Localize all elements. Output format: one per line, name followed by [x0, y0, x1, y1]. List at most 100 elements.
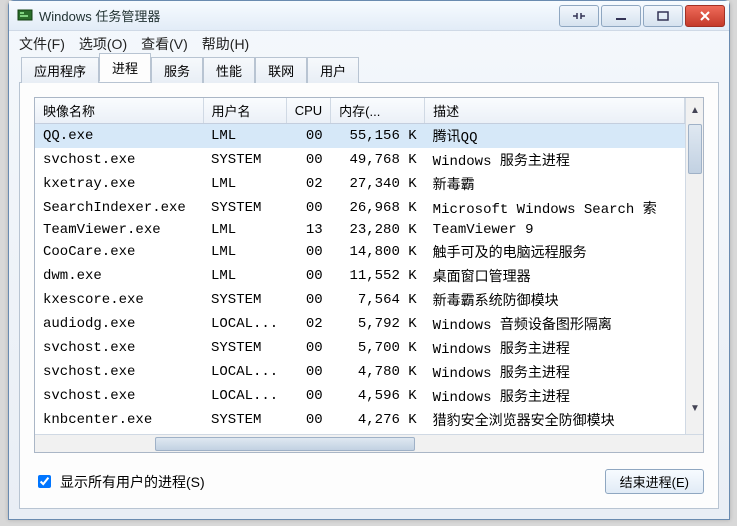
process-row[interactable]: kxetray.exeLML0227,340 K新毒霸 [35, 172, 685, 196]
app-icon [17, 8, 33, 24]
cell-memory: 23,280 K [331, 220, 425, 240]
cell-description: 桌面窗口管理器 [425, 264, 685, 288]
cell-user-name: LOCAL... [203, 360, 286, 384]
process-row[interactable]: svchost.exeSYSTEM005,700 KWindows 服务主进程 [35, 336, 685, 360]
cell-description: Windows 服务主进程 [425, 360, 685, 384]
cell-image-name: svchost.exe [35, 360, 203, 384]
process-row[interactable]: SearchIndexer.exeSYSTEM0026,968 KMicroso… [35, 196, 685, 220]
window-title: Windows 任务管理器 [39, 6, 160, 25]
show-all-users-checkbox[interactable]: 显示所有用户的进程(S) [34, 472, 205, 492]
cell-cpu: 02 [286, 312, 330, 336]
cell-memory: 4,276 K [331, 408, 425, 432]
cell-memory: 26,968 K [331, 196, 425, 220]
menu-options[interactable]: 选项(O) [79, 34, 127, 54]
cell-memory: 7,564 K [331, 288, 425, 312]
process-row[interactable]: dwm.exeLML0011,552 K桌面窗口管理器 [35, 264, 685, 288]
horizontal-scroll-thumb[interactable] [155, 437, 415, 451]
tab-applications[interactable]: 应用程序 [21, 57, 99, 83]
task-manager-window: Windows 任务管理器 文件(F) 选项(O) 查看(V) 帮助(H) 应用… [8, 0, 730, 520]
cell-cpu: 00 [286, 360, 330, 384]
tab-performance[interactable]: 性能 [203, 57, 255, 83]
minimize-button[interactable] [601, 5, 641, 27]
cell-description: 新毒霸系统防御模块 [425, 288, 685, 312]
process-row[interactable]: knbcenter.exeSYSTEM004,276 K猎豹安全浏览器安全防御模… [35, 408, 685, 432]
cell-image-name: svchost.exe [35, 336, 203, 360]
cell-image-name: svchost.exe [35, 384, 203, 408]
horizontal-scrollbar[interactable] [35, 434, 703, 452]
cell-user-name: LML [203, 240, 286, 264]
cell-description: TeamViewer 9 [425, 220, 685, 240]
title-bar[interactable]: Windows 任务管理器 [9, 1, 729, 31]
menu-file[interactable]: 文件(F) [19, 34, 65, 54]
footer: 显示所有用户的进程(S) 结束进程(E) [34, 453, 704, 494]
cell-image-name: dwm.exe [35, 264, 203, 288]
cell-cpu: 00 [286, 148, 330, 172]
tab-users[interactable]: 用户 [307, 57, 359, 83]
cell-user-name: LML [203, 124, 286, 149]
cell-memory: 27,340 K [331, 172, 425, 196]
cell-description: Windows 服务主进程 [425, 336, 685, 360]
cell-image-name: SearchIndexer.exe [35, 196, 203, 220]
vertical-scrollbar[interactable]: ▲ ▼ [685, 98, 703, 434]
close-button[interactable] [685, 5, 725, 27]
cell-user-name: SYSTEM [203, 408, 286, 432]
minimize-icon [615, 11, 627, 21]
cell-memory: 14,800 K [331, 240, 425, 264]
cell-user-name: SYSTEM [203, 196, 286, 220]
cell-description: 腾讯QQ [425, 124, 685, 149]
tab-strip: 应用程序 进程 服务 性能 联网 用户 [19, 57, 719, 83]
cell-description: 新毒霸 [425, 172, 685, 196]
maximize-button[interactable] [643, 5, 683, 27]
column-header-memory[interactable]: 内存(... [331, 98, 425, 124]
column-header-cpu[interactable]: CPU [286, 98, 330, 124]
scroll-up-icon[interactable]: ▲ [688, 102, 702, 118]
cell-memory: 11,552 K [331, 264, 425, 288]
cell-memory: 4,596 K [331, 384, 425, 408]
cell-memory: 49,768 K [331, 148, 425, 172]
process-row[interactable]: kxescore.exeSYSTEM007,564 K新毒霸系统防御模块 [35, 288, 685, 312]
menu-help[interactable]: 帮助(H) [202, 34, 249, 54]
cell-description: Microsoft Windows Search 索 [425, 196, 685, 220]
cell-memory: 5,700 K [331, 336, 425, 360]
cell-user-name: LOCAL... [203, 312, 286, 336]
process-row[interactable]: audiodg.exeLOCAL...025,792 KWindows 音频设备… [35, 312, 685, 336]
process-row[interactable]: svchost.exeSYSTEM0049,768 KWindows 服务主进程 [35, 148, 685, 172]
cell-cpu: 00 [286, 336, 330, 360]
process-list[interactable]: 映像名称 用户名 CPU 内存(... 描述 QQ.exeLML0055,156… [34, 97, 704, 453]
process-row[interactable]: TeamViewer.exeLML1323,280 KTeamViewer 9 [35, 220, 685, 240]
cell-user-name: LOCAL... [203, 384, 286, 408]
tab-processes[interactable]: 进程 [99, 53, 151, 82]
close-icon [699, 11, 711, 21]
cell-description: 触手可及的电脑远程服务 [425, 240, 685, 264]
menu-view[interactable]: 查看(V) [141, 34, 188, 54]
window-controls [557, 5, 725, 27]
process-row[interactable]: svchost.exeLOCAL...004,596 KWindows 服务主进… [35, 384, 685, 408]
vertical-scroll-thumb[interactable] [688, 124, 702, 174]
cell-cpu: 00 [286, 408, 330, 432]
process-row[interactable]: QQ.exeLML0055,156 K腾讯QQ [35, 124, 685, 149]
cell-image-name: kxescore.exe [35, 288, 203, 312]
process-row[interactable]: svchost.exeLOCAL...004,780 KWindows 服务主进… [35, 360, 685, 384]
cell-cpu: 00 [286, 288, 330, 312]
tab-services[interactable]: 服务 [151, 57, 203, 83]
cell-image-name: audiodg.exe [35, 312, 203, 336]
cell-user-name: SYSTEM [203, 336, 286, 360]
restore-button[interactable] [559, 5, 599, 27]
tab-networking[interactable]: 联网 [255, 57, 307, 83]
process-row[interactable]: CooCare.exeLML0014,800 K触手可及的电脑远程服务 [35, 240, 685, 264]
column-header-user-name[interactable]: 用户名 [203, 98, 286, 124]
cell-user-name: LML [203, 220, 286, 240]
cell-description: 猎豹安全浏览器安全防御模块 [425, 408, 685, 432]
show-all-users-label: 显示所有用户的进程(S) [60, 472, 205, 492]
cell-memory: 5,792 K [331, 312, 425, 336]
cell-description: Windows 服务主进程 [425, 384, 685, 408]
cell-user-name: LML [203, 264, 286, 288]
column-header-description[interactable]: 描述 [425, 98, 685, 124]
cell-cpu: 00 [286, 264, 330, 288]
processes-pane: 映像名称 用户名 CPU 内存(... 描述 QQ.exeLML0055,156… [19, 83, 719, 509]
show-all-users-input[interactable] [38, 475, 51, 488]
end-process-button[interactable]: 结束进程(E) [605, 469, 704, 494]
cell-image-name: QQ.exe [35, 124, 203, 149]
column-header-image-name[interactable]: 映像名称 [35, 98, 203, 124]
scroll-down-icon[interactable]: ▼ [688, 400, 702, 416]
